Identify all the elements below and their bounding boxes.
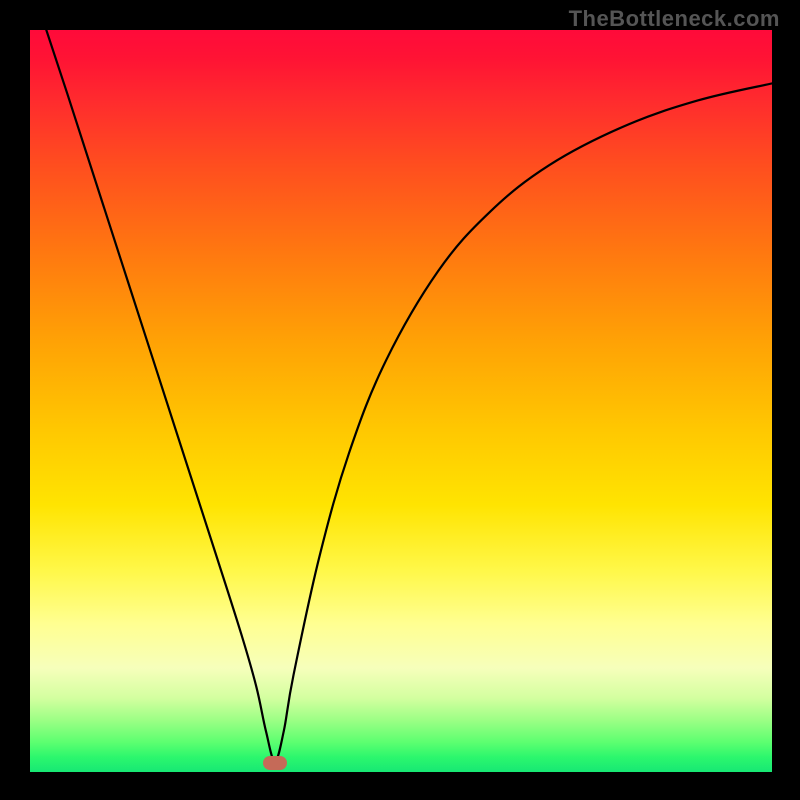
bottleneck-curve: [46, 30, 772, 761]
chart-plot-area: [30, 30, 772, 772]
chart-curve-svg: [30, 30, 772, 772]
minimum-marker: [263, 756, 287, 770]
watermark-text: TheBottleneck.com: [569, 6, 780, 32]
